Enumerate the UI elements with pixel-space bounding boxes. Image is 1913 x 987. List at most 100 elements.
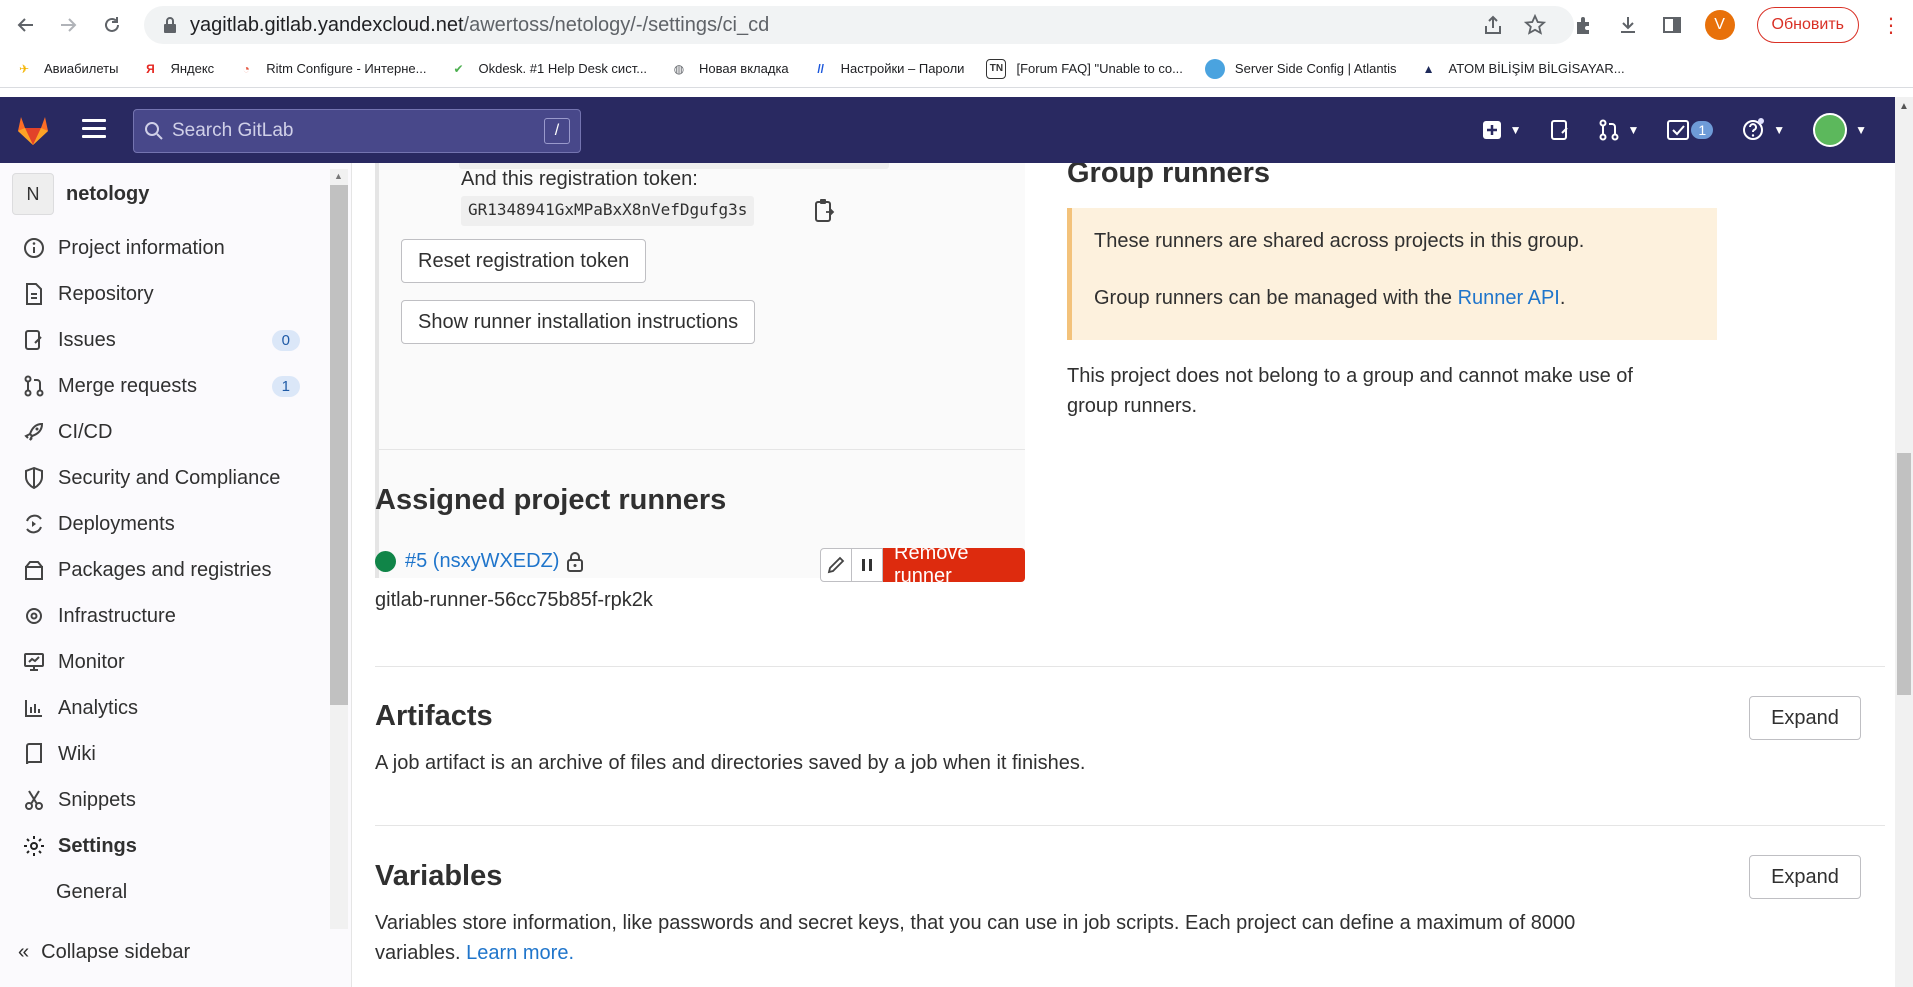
token-label: And this registration token: [461, 168, 698, 190]
reload-button[interactable] [94, 7, 130, 43]
back-button[interactable] [8, 7, 44, 43]
help-dropdown[interactable]: ▼ [1741, 118, 1785, 142]
download-icon[interactable] [1617, 14, 1639, 36]
pause-icon [862, 559, 872, 571]
sidebar-item-infrastructure[interactable]: Infrastructure [0, 593, 330, 639]
sidebar-item-monitor[interactable]: Monitor [0, 639, 330, 685]
update-button[interactable]: Обновить [1756, 7, 1859, 43]
sidebar-item-repository[interactable]: Repository [0, 271, 330, 317]
todo-link[interactable]: 1 [1667, 120, 1714, 140]
gitlab-logo-icon[interactable] [14, 111, 52, 149]
sidebar-item-settings[interactable]: Settings [0, 823, 330, 869]
project-name: netology [66, 182, 150, 205]
page-scroll-thumb[interactable] [1897, 453, 1911, 695]
issues-icon [22, 328, 46, 352]
profile-avatar[interactable]: V [1704, 10, 1735, 40]
extensions-icon[interactable] [1573, 14, 1595, 36]
sidebar-item-deployments[interactable]: Deployments [0, 501, 330, 547]
assigned-runners-title: Assigned project runners [375, 484, 727, 516]
copy-icon[interactable] [813, 198, 835, 224]
variables-title: Variables [375, 860, 503, 892]
deployments-icon [22, 512, 46, 536]
remove-runner-button[interactable]: Remove runner [883, 542, 1025, 587]
issues-count-badge: 0 [271, 329, 300, 351]
gitlab-top-bar: Search GitLab / ▼ ▼ 1 ▼ ▼ [0, 97, 1895, 163]
merge-requests-count-badge: 1 [271, 375, 300, 397]
bookmark-item[interactable]: TN [Forum FAQ] "Unable to co... [986, 58, 1183, 79]
cloud-gear-icon [22, 604, 46, 628]
bookmark-item[interactable]: ◍ Новая вкладка [669, 59, 789, 79]
globe-icon: ◍ [673, 61, 685, 76]
bookmark-item[interactable]: ✔ Okdesk. #1 Help Desk сист... [448, 59, 647, 79]
main-content: And this registration token: GR1348941Gx… [353, 163, 1895, 987]
sidebar-item-analytics[interactable]: Analytics [0, 685, 330, 731]
create-new-dropdown[interactable]: ▼ [1482, 120, 1522, 140]
group-runners-alert: These runners are shared across projects… [1067, 208, 1717, 340]
search-input[interactable]: Search GitLab / [133, 109, 581, 153]
sidebar-item-security[interactable]: Security and Compliance [0, 455, 330, 501]
sidebar-item-merge-requests[interactable]: Merge requests 1 [0, 363, 330, 409]
share-icon[interactable] [1482, 14, 1504, 36]
search-placeholder: Search GitLab [172, 120, 294, 141]
book-icon [22, 742, 46, 766]
forward-button[interactable] [50, 7, 86, 43]
sidebar-item-snippets[interactable]: Snippets [0, 777, 330, 823]
scroll-up-icon: ▲ [1899, 101, 1909, 112]
sidebar-subitem-general[interactable]: General [0, 869, 330, 915]
group-runners-title: Group runners [1067, 163, 1271, 189]
sidebar-item-ci-cd[interactable]: CI/CD [0, 409, 330, 455]
arrow-right-icon [61, 18, 77, 32]
show-instructions-button[interactable]: Show runner installation instructions [401, 300, 756, 344]
side-panel-icon[interactable] [1661, 14, 1683, 36]
yandex-icon: Я [146, 61, 155, 76]
bookmark-item[interactable]: Server Side Config | Atlantis [1204, 58, 1397, 79]
artifacts-description: A job artifact is an archive of files an… [375, 752, 1086, 774]
chevron-down-icon: ▼ [1509, 123, 1522, 137]
search-shortcut-badge: / [544, 118, 570, 144]
project-avatar: N [12, 173, 54, 215]
page-scrollbar[interactable]: ▲ [1895, 97, 1913, 987]
merge-requests-dropdown[interactable]: ▼ [1598, 119, 1640, 141]
runner-link[interactable]: #5 (nsxyWXEDZ) [405, 550, 559, 573]
bookmark-item[interactable]: ✈ Авиабилеты [14, 59, 119, 79]
bookmarks-bar: ✈ Авиабилеты Я Яндекс ◔ Ritm Configure - Ин… [0, 50, 1913, 88]
sidebar-scroll-thumb[interactable] [330, 185, 348, 705]
bookmark-item[interactable]: Я Яндекс [140, 59, 214, 79]
sidebar-scrollbar[interactable]: ▲ [330, 169, 348, 929]
rocket-icon [22, 420, 46, 444]
star-icon[interactable] [1524, 14, 1546, 36]
runner-api-link[interactable]: Runner API [1458, 287, 1560, 309]
sidebar-item-wiki[interactable]: Wiki [0, 731, 330, 777]
merge-request-icon [1599, 119, 1619, 141]
todo-check-icon [1667, 120, 1690, 140]
learn-more-link[interactable]: Learn more. [466, 942, 574, 964]
issues-header-link[interactable] [1550, 119, 1570, 141]
variables-expand-button[interactable]: Expand [1749, 855, 1861, 899]
reset-token-button[interactable]: Reset registration token [401, 239, 647, 283]
pause-runner-button[interactable] [851, 548, 883, 582]
sidebar-item-project-information[interactable]: Project information [0, 225, 330, 271]
address-bar[interactable]: yagitlab.gitlab.yandexcloud.net/awertoss… [144, 6, 1574, 44]
group-runners-note: This project does not belong to a group … [1067, 365, 1633, 417]
artifacts-expand-button[interactable]: Expand [1749, 696, 1861, 740]
atlantis-icon [1204, 58, 1225, 79]
runner-status-online-icon [375, 551, 396, 572]
user-menu-dropdown[interactable]: ▼ [1813, 113, 1867, 147]
sidebar-item-issues[interactable]: Issues 0 [0, 317, 330, 363]
chevron-down-icon: ▼ [1627, 123, 1640, 137]
sidebar-item-packages[interactable]: Packages and registries [0, 547, 330, 593]
package-icon [22, 558, 46, 582]
reload-icon [105, 17, 119, 32]
menu-hamburger-icon[interactable] [82, 119, 106, 139]
browser-toolbar: yagitlab.gitlab.yandexcloud.net/awertoss… [0, 0, 1913, 50]
bookmark-item[interactable]: ▲ ATOM BİLİŞİM BİLGİSAYAR... [1419, 59, 1625, 79]
tn-icon: TN [986, 58, 1007, 79]
bookmark-item[interactable]: //Настройки – Пароли [811, 59, 964, 79]
snippet-icon [22, 788, 46, 812]
sidebar-project-link[interactable]: N netology [12, 173, 149, 215]
edit-runner-button[interactable] [820, 548, 852, 582]
chart-icon [22, 696, 46, 720]
collapse-sidebar-button[interactable]: « Collapse sidebar [18, 941, 190, 964]
menu-kebab-icon[interactable]: ⋮ [1881, 13, 1901, 38]
bookmark-item[interactable]: ◔ Ritm Configure - Интерне... [236, 59, 427, 79]
